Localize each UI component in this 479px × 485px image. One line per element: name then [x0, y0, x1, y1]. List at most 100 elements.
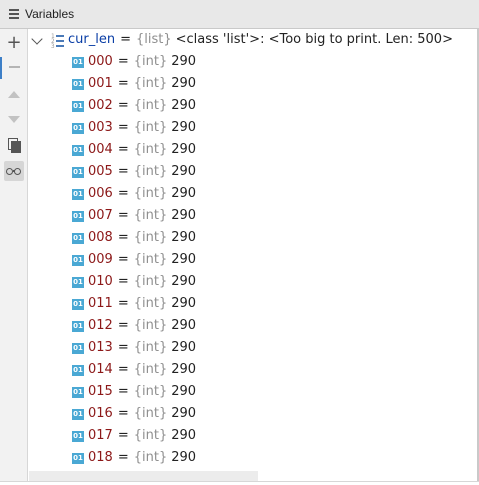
item-index: 007 — [88, 208, 113, 223]
list-item[interactable]: 01 007 = {int} 290 — [29, 206, 477, 228]
list-item[interactable]: 01 013 = {int} 290 — [29, 338, 477, 360]
list-item[interactable]: 01 010 = {int} 290 — [29, 272, 477, 294]
item-value: 290 — [171, 428, 197, 443]
list-item[interactable]: 01 005 = {int} 290 — [29, 162, 477, 184]
item-type: {int} — [133, 252, 168, 267]
variables-toolbar: + — [0, 29, 28, 485]
int-badge-icon: 01 — [72, 299, 84, 310]
item-index: 013 — [88, 340, 113, 355]
item-text: 008 = {int} 290 — [88, 230, 196, 245]
show-watches-button[interactable] — [4, 161, 24, 181]
move-up-button[interactable] — [4, 84, 24, 104]
list-item[interactable]: 01 014 = {int} 290 — [29, 360, 477, 382]
item-index: 009 — [88, 252, 113, 267]
item-value: 290 — [171, 296, 197, 311]
item-type: {int} — [133, 340, 168, 355]
list-item[interactable]: 01 015 = {int} 290 — [29, 382, 477, 404]
chevron-down-icon[interactable] — [31, 33, 43, 45]
item-type: {int} — [133, 142, 168, 157]
item-type: {int} — [133, 98, 168, 113]
list-item[interactable]: 01 017 = {int} 290 — [29, 426, 477, 448]
item-text: 000 = {int} 290 — [88, 54, 196, 69]
toolbar-accent — [0, 57, 2, 79]
equals-sign: = — [117, 164, 129, 179]
list-item[interactable]: 01 016 = {int} 290 — [29, 404, 477, 426]
copy-icon — [8, 138, 21, 153]
variable-value: <class 'list'>: <Too big to print. Len: … — [175, 32, 453, 47]
item-text: 007 = {int} 290 — [88, 208, 196, 223]
item-type: {int} — [133, 230, 168, 245]
equals-sign: = — [117, 142, 129, 157]
list-item[interactable]: 01 001 = {int} 290 — [29, 74, 477, 96]
int-badge-icon: 01 — [72, 453, 84, 464]
item-index: 017 — [88, 428, 113, 443]
list-item[interactable]: 01 018 = {int} 290 — [29, 448, 477, 470]
item-type: {int} — [133, 54, 168, 69]
remove-watch-button[interactable] — [4, 57, 24, 77]
item-value: 290 — [171, 274, 197, 289]
equals-sign: = — [117, 208, 129, 223]
arrow-up-icon — [8, 90, 20, 98]
item-text: 001 = {int} 290 — [88, 76, 196, 91]
add-watch-button[interactable]: + — [4, 32, 24, 53]
int-badge-icon: 01 — [72, 255, 84, 266]
equals-sign: = — [117, 252, 129, 267]
item-index: 014 — [88, 362, 113, 377]
item-index: 006 — [88, 186, 113, 201]
item-value: 290 — [171, 384, 197, 399]
int-badge-icon: 01 — [72, 343, 84, 354]
list-item[interactable]: 01 002 = {int} 290 — [29, 96, 477, 118]
equals-sign: = — [117, 274, 129, 289]
equals-sign: = — [117, 362, 129, 377]
item-type: {int} — [133, 384, 168, 399]
item-text: 012 = {int} 290 — [88, 318, 196, 333]
int-badge-icon: 01 — [72, 321, 84, 332]
item-value: 290 — [171, 340, 197, 355]
copy-watch-button[interactable] — [4, 135, 24, 155]
list-item[interactable]: 01 012 = {int} 290 — [29, 316, 477, 338]
item-value: 290 — [171, 98, 197, 113]
equals-sign: = — [117, 318, 129, 333]
equals-sign: = — [117, 428, 129, 443]
list-item[interactable]: 01 009 = {int} 290 — [29, 250, 477, 272]
equals-sign: = — [117, 406, 129, 421]
item-type: {int} — [133, 318, 168, 333]
list-item[interactable]: 01 003 = {int} 290 — [29, 118, 477, 140]
item-value: 290 — [171, 252, 197, 267]
horizontal-scrollbar[interactable] — [29, 471, 258, 481]
arrow-down-icon — [8, 115, 20, 123]
equals-sign: = — [117, 76, 129, 91]
int-badge-icon: 01 — [72, 431, 84, 442]
item-type: {int} — [133, 274, 168, 289]
list-item[interactable]: 01 006 = {int} 290 — [29, 184, 477, 206]
item-text: 009 = {int} 290 — [88, 252, 196, 267]
item-type: {int} — [133, 296, 168, 311]
item-index: 000 — [88, 54, 113, 69]
item-value: 290 — [171, 142, 197, 157]
list-item[interactable]: 01 008 = {int} 290 — [29, 228, 477, 250]
hamburger-icon[interactable] — [9, 9, 19, 19]
list-item[interactable]: 01 000 = {int} 290 — [29, 52, 477, 74]
item-text: 004 = {int} 290 — [88, 142, 196, 157]
variable-type: {list} — [136, 32, 172, 47]
equals-sign: = — [120, 32, 131, 47]
item-text: 015 = {int} 290 — [88, 384, 196, 399]
move-down-button[interactable] — [4, 109, 24, 129]
equals-sign: = — [117, 384, 129, 399]
int-badge-icon: 01 — [72, 101, 84, 112]
item-index: 005 — [88, 164, 113, 179]
item-index: 012 — [88, 318, 113, 333]
item-index: 011 — [88, 296, 113, 311]
list-item[interactable]: 01 004 = {int} 290 — [29, 140, 477, 162]
item-index: 001 — [88, 76, 113, 91]
list-icon: 1 2 3 — [51, 34, 65, 50]
list-item[interactable]: 01 011 = {int} 290 — [29, 294, 477, 316]
item-text: 011 = {int} 290 — [88, 296, 196, 311]
item-index: 010 — [88, 274, 113, 289]
minus-icon — [8, 66, 20, 68]
tree-node-root[interactable]: 1 2 3 cur_len = {list} <class 'list'>: <… — [29, 30, 477, 52]
variables-tree[interactable]: 1 2 3 cur_len = {list} <class 'list'>: <… — [29, 29, 477, 481]
item-value: 290 — [171, 76, 197, 91]
item-value: 290 — [171, 318, 197, 333]
int-badge-icon: 01 — [72, 233, 84, 244]
